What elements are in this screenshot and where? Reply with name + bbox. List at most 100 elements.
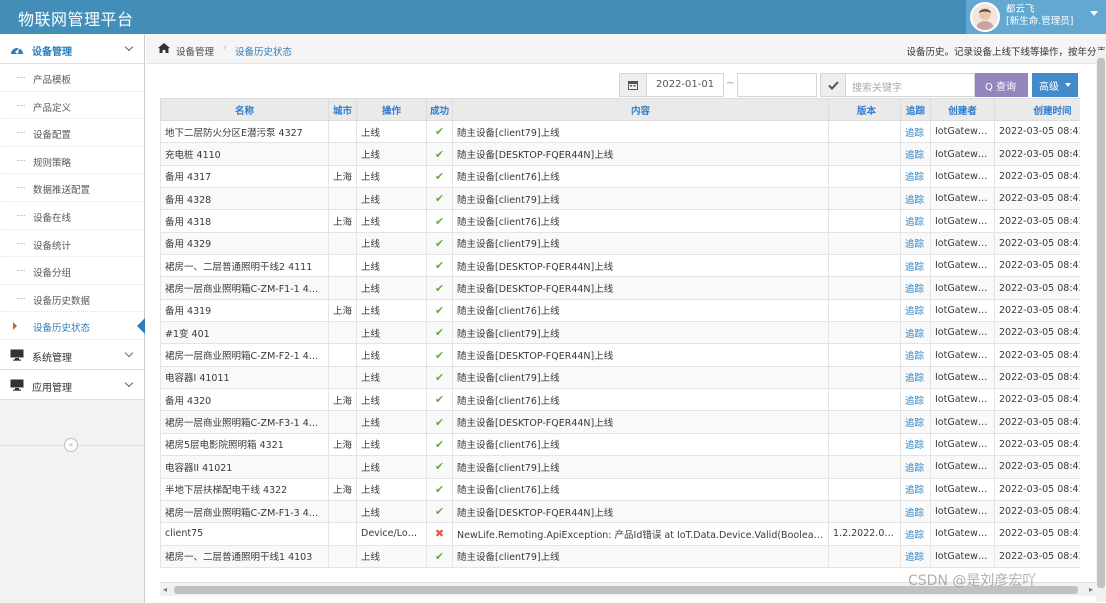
table-row[interactable]: client75 Device/Login ✖ NewLife.Remoting.Ap… [160, 522, 1080, 546]
scroll-right-icon[interactable]: ▸ [1089, 585, 1093, 594]
vertical-scrollbar[interactable] [1096, 50, 1106, 602]
cell-city: 上海 [328, 164, 357, 189]
cell-version [828, 432, 901, 457]
cell-trace-link[interactable]: 追踪 [900, 254, 931, 278]
cell-action: 上线 [356, 119, 427, 144]
sidebar-item-device-history-data[interactable]: 设备历史数据 [0, 285, 144, 313]
calendar-icon[interactable] [619, 73, 647, 97]
cell-trace-link[interactable]: 追踪 [900, 231, 931, 256]
sidebar-collapse-button[interactable]: « [64, 438, 78, 452]
cell-name: 裙房一层商业照明箱C-ZM-F1-1 4112 [160, 276, 329, 300]
column-header[interactable]: 追踪 [900, 98, 931, 121]
sidebar-item-product-definition[interactable]: 产品定义 [0, 92, 144, 120]
scroll-left-icon[interactable]: ◂ [163, 585, 167, 594]
advanced-button[interactable]: 高级 [1032, 73, 1078, 97]
cell-trace-link[interactable]: 追踪 [900, 142, 931, 166]
sidebar-item-product-template[interactable]: 产品模板 [0, 64, 144, 92]
scrollbar-thumb[interactable] [1097, 58, 1105, 588]
table-row[interactable]: 半地下层扶梯配电干线 4322 上海 上线 ✔ 随主设备[client76]上线 追踪 Io… [160, 477, 1080, 501]
cell-trace-link[interactable]: 追踪 [900, 544, 931, 568]
table-row[interactable]: 裙房一层商业照明箱C-ZM-F1-1 4112 上线 ✔ 随主设备[DESKTOP-F… [160, 276, 1080, 300]
keyword-search-input[interactable]: 搜索关键字 [845, 73, 975, 97]
cell-name: 半地下层扶梯配电干线 4322 [160, 477, 329, 501]
cell-trace-link[interactable]: 追踪 [900, 522, 931, 546]
table-row[interactable]: 电容器I 41011 上线 ✔ 随主设备[client79]上线 追踪 IotGatewa… [160, 365, 1080, 390]
table-row[interactable]: 备用 4319 上海 上线 ✔ 随主设备[client76]上线 追踪 IotGateway… [160, 298, 1080, 323]
cell-trace-link[interactable]: 追踪 [900, 455, 931, 479]
sidebar-group-device[interactable]: 设备管理 [0, 34, 144, 64]
query-button[interactable]: Q 查询 [975, 73, 1028, 97]
cell-action: 上线 [356, 499, 427, 524]
column-header[interactable]: 创建时间 [994, 98, 1080, 121]
device-submenu: 产品模板 产品定义 设备配置 规则策略 数据推送配置 设备在线 设备统计 设备分… [0, 64, 145, 340]
cell-trace-link[interactable]: 追踪 [900, 298, 931, 323]
sidebar-item-device-group[interactable]: 设备分组 [0, 257, 144, 285]
cell-trace-link[interactable]: 追踪 [900, 321, 931, 345]
cell-trace-link[interactable]: 追踪 [900, 343, 931, 367]
table-row[interactable]: 裙房一层商业照明箱C-ZM-F3-1 4114 上线 ✔ 随主设备[DESKTOP-F… [160, 410, 1080, 434]
cell-trace-link[interactable]: 追踪 [900, 276, 931, 300]
cell-trace-link[interactable]: 追踪 [900, 164, 931, 189]
cell-creator: IotGateway1 [930, 544, 995, 568]
table-row[interactable]: #1变 401 上线 ✔ 随主设备[client79]上线 追踪 IotGateway1 2… [160, 321, 1080, 345]
breadcrumb-root[interactable]: 设备管理 [176, 44, 214, 58]
cell-trace-link[interactable]: 追踪 [900, 209, 931, 233]
column-header[interactable]: 操作 [356, 98, 427, 121]
user-menu[interactable]: 都云飞 [新生命.管理员] [966, 0, 1106, 34]
sidebar-group-app[interactable]: 应用管理 [0, 369, 144, 400]
cell-version [828, 499, 901, 524]
cell-creator: IotGateway1 [930, 365, 995, 390]
cell-trace-link[interactable]: 追踪 [900, 499, 931, 524]
column-header[interactable]: 版本 [828, 98, 901, 121]
cell-creator: IotGateway1 [930, 119, 995, 144]
table-row[interactable]: 裙房一、二层普通照明干线1 4103 上线 ✔ 随主设备[client79]上线 追踪 I… [160, 544, 1080, 568]
column-header[interactable]: 城市 [328, 98, 357, 121]
end-date-input[interactable] [737, 73, 817, 97]
home-icon[interactable] [158, 43, 170, 53]
caret-down-icon [1065, 83, 1071, 87]
column-header[interactable]: 内容 [452, 98, 829, 121]
table-row[interactable]: 备用 4329 上线 ✔ 随主设备[client79]上线 追踪 IotGateway1 2… [160, 231, 1080, 256]
column-header[interactable]: 名称 [160, 98, 329, 121]
sidebar-item-rule-policy[interactable]: 规则策略 [0, 147, 144, 175]
table-row[interactable]: 备用 4318 上海 上线 ✔ 随主设备[client76]上线 追踪 IotGateway… [160, 209, 1080, 233]
cell-success: ✔ [426, 455, 453, 479]
cell-trace-link[interactable]: 追踪 [900, 119, 931, 144]
table-row[interactable]: 裙房一层商业照明箱C-ZM-F2-1 4113 上线 ✔ 随主设备[DESKTOP-F… [160, 343, 1080, 367]
table-header-row: 名称 城市 操作 成功 内容 版本 追踪 创建者 创建时间 [160, 98, 1080, 121]
sidebar-item-device-online[interactable]: 设备在线 [0, 202, 144, 230]
cell-created-time: 2022-03-05 08:43 [994, 410, 1080, 434]
sidebar-item-data-push[interactable]: 数据推送配置 [0, 174, 144, 202]
cell-trace-link[interactable]: 追踪 [900, 432, 931, 457]
tree-line [17, 187, 25, 189]
cell-trace-link[interactable]: 追踪 [900, 365, 931, 390]
table-row[interactable]: 充电桩 4110 上线 ✔ 随主设备[DESKTOP-FQER44N]上线 追踪 IotG… [160, 142, 1080, 166]
table-row[interactable]: 电容器II 41021 上线 ✔ 随主设备[client79]上线 追踪 IotGatew… [160, 455, 1080, 479]
start-date-input[interactable]: 2022-01-01 [646, 73, 724, 97]
table-row[interactable]: 裙房5层电影院照明箱 4321 上海 上线 ✔ 随主设备[client76]上线 追踪 Io… [160, 432, 1080, 457]
sidebar-item-device-stats[interactable]: 设备统计 [0, 230, 144, 258]
table-row[interactable]: 备用 4317 上海 上线 ✔ 随主设备[client76]上线 追踪 IotGateway… [160, 164, 1080, 189]
cell-version [828, 298, 901, 323]
breadcrumb-separator: › [223, 43, 227, 53]
column-header[interactable]: 创建者 [930, 98, 995, 121]
cell-content: 随主设备[DESKTOP-FQER44N]上线 [452, 142, 829, 166]
cell-content: 随主设备[client79]上线 [452, 321, 829, 345]
sidebar-item-device-config[interactable]: 设备配置 [0, 119, 144, 147]
table-row[interactable]: 裙房一层商业照明箱C-ZM-F1-3 4115 上线 ✔ 随主设备[DESKTOP-F… [160, 499, 1080, 524]
column-header[interactable]: 成功 [426, 98, 453, 121]
table-row[interactable]: 地下二层防火分区E潜污泵 4327 上线 ✔ 随主设备[client79]上线 追踪 Io… [160, 119, 1080, 144]
table-row[interactable]: 备用 4320 上海 上线 ✔ 随主设备[client76]上线 追踪 IotGateway… [160, 388, 1080, 412]
cell-trace-link[interactable]: 追踪 [900, 388, 931, 412]
app-title[interactable]: 物联网管理平台 [18, 6, 134, 30]
cell-trace-link[interactable]: 追踪 [900, 410, 931, 434]
table-row[interactable]: 备用 4328 上线 ✔ 随主设备[client79]上线 追踪 IotGateway1 2… [160, 187, 1080, 211]
cell-success: ✔ [426, 231, 453, 256]
breadcrumb-current[interactable]: 设备历史状态 [235, 44, 292, 58]
cell-trace-link[interactable]: 追踪 [900, 477, 931, 501]
table-row[interactable]: 裙房一、二层普通照明干线2 4111 上线 ✔ 随主设备[DESKTOP-FQER44… [160, 254, 1080, 278]
user-role: [新生命.管理员] [1006, 16, 1074, 27]
sidebar-item-device-history-status[interactable]: 设备历史状态 [0, 312, 145, 340]
sidebar-group-system[interactable]: 系统管理 [0, 339, 144, 370]
cell-trace-link[interactable]: 追踪 [900, 187, 931, 211]
